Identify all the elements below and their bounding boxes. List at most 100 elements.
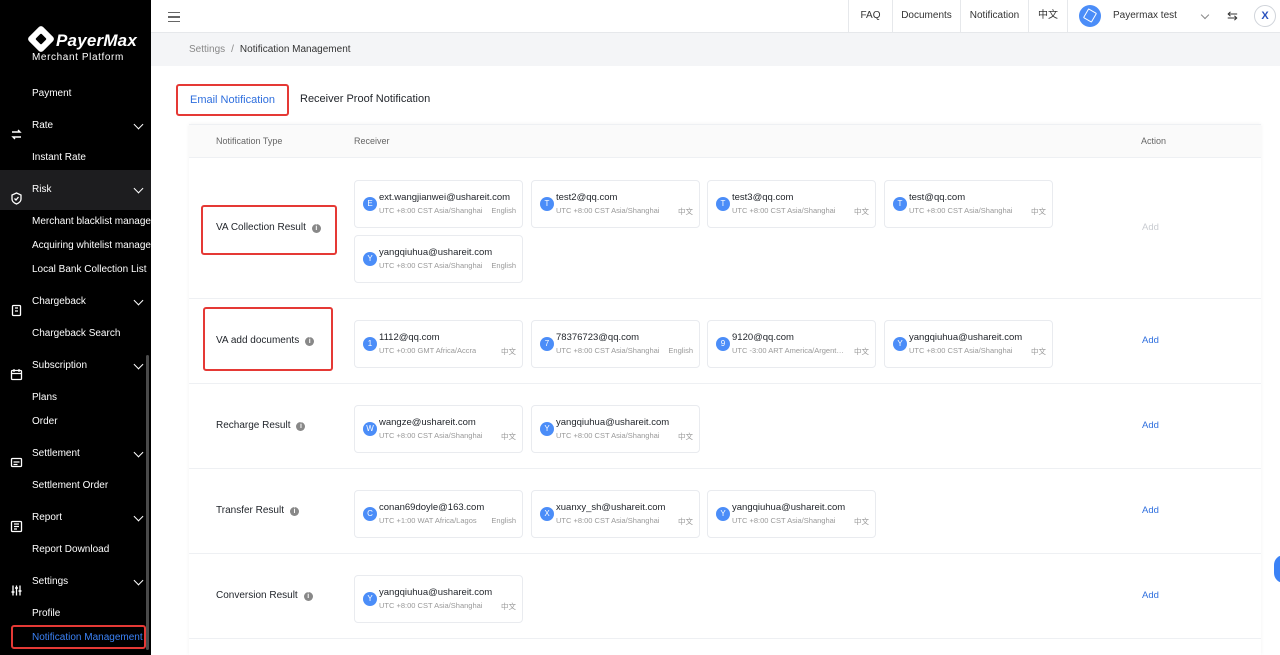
sidebar-item-acquiring-whitelist-management[interactable]: Acquiring whitelist management bbox=[0, 234, 151, 258]
notification-type-label: Conversion Result bbox=[216, 590, 298, 601]
sidebar-item-report-download[interactable]: Report Download bbox=[0, 538, 151, 562]
language-switch[interactable]: 中文 bbox=[1028, 0, 1067, 33]
receiver-timezone: UTC +8:00 CST Asia/Shanghai bbox=[909, 206, 1013, 215]
sidebar-group-settlement[interactable]: Settlement bbox=[0, 434, 151, 474]
receiver-language: 中文 bbox=[501, 602, 516, 611]
brand-subtitle: Merchant Platform bbox=[32, 52, 124, 63]
breadcrumb-settings[interactable]: Settings bbox=[189, 44, 225, 55]
receiver-card[interactable]: Yyangqiuhua@ushareit.com UTC +8:00 CST As… bbox=[354, 235, 523, 283]
receiver-card[interactable]: Cconan69doyle@163.com UTC +1:00 WAT Afric… bbox=[354, 490, 523, 538]
receiver-card[interactable]: 1 1112@qq.com UTC +0:00 GMT Africa/Accra 中文 bbox=[354, 320, 523, 368]
info-icon[interactable]: i bbox=[289, 507, 299, 516]
receiver-language: English bbox=[491, 261, 516, 270]
receiver-email: ext.wangjianwei@ushareit.com bbox=[379, 192, 511, 203]
notification-link[interactable]: Notification bbox=[960, 0, 1028, 33]
shield-check-icon bbox=[10, 183, 23, 205]
type-highlight-box bbox=[203, 307, 333, 371]
user-avatar-icon[interactable] bbox=[1079, 5, 1101, 27]
sidebar-group-label: Report bbox=[32, 512, 63, 523]
sidebar-group-report[interactable]: Report bbox=[0, 498, 151, 538]
sidebar-item-plans[interactable]: Plans bbox=[0, 386, 151, 410]
add-receiver-button[interactable]: Add bbox=[1142, 335, 1159, 346]
sidebar-group-rate[interactable]: Rate bbox=[0, 106, 151, 146]
receiver-language: 中文 bbox=[501, 347, 516, 356]
add-receiver-button[interactable]: Add bbox=[1142, 420, 1159, 431]
sidebar-item-local-bank-collection-list[interactable]: Local Bank Collection List bbox=[0, 258, 151, 282]
header-receiver: Receiver bbox=[354, 136, 390, 146]
receiver-timezone: UTC +8:00 CST Asia/Shanghai bbox=[556, 346, 660, 355]
receiver-avatar: E bbox=[363, 197, 377, 211]
floating-help-button[interactable] bbox=[1274, 555, 1280, 583]
receiver-card[interactable]: Ttest@qq.com UTC +8:00 CST Asia/Shanghai 中… bbox=[884, 180, 1053, 228]
receiver-card[interactable]: Yyangqiuhua@ushareit.com UTC +8:00 CST As… bbox=[354, 575, 523, 623]
receiver-avatar: X bbox=[540, 507, 554, 521]
receiver-card[interactable]: Yyangqiuhua@ushareit.com UTC +8:00 CST As… bbox=[531, 405, 700, 453]
receiver-card[interactable]: 9 9120@qq.com UTC -3:00 ART America/Argent… bbox=[707, 320, 876, 368]
table-row: Transfer Result i Cconan69doyle@163.com UTC… bbox=[189, 469, 1261, 554]
receiver-language: English bbox=[491, 206, 516, 215]
receiver-email: conan69doyle@163.com bbox=[379, 502, 485, 513]
sidebar-item-settlement-order[interactable]: Settlement Order bbox=[0, 474, 151, 498]
selected-menu-highlight bbox=[11, 625, 146, 649]
receiver-card[interactable]: Yyangqiuhua@ushareit.com UTC +8:00 CST As… bbox=[707, 490, 876, 538]
sidebar-item-merchant-blacklist-management[interactable]: Merchant blacklist management bbox=[0, 210, 151, 234]
sidebar-item-profile[interactable]: Profile bbox=[0, 602, 151, 626]
sidebar-item-instant-rate[interactable]: Instant Rate bbox=[0, 146, 151, 170]
receiver-card[interactable]: Xxuanxy_sh@ushareit.com UTC +8:00 CST Asi… bbox=[531, 490, 700, 538]
menu-toggle-icon[interactable] bbox=[168, 12, 180, 22]
receiver-email: yangqiuhua@ushareit.com bbox=[556, 417, 670, 428]
x-account-button[interactable]: X bbox=[1254, 5, 1276, 27]
info-icon[interactable]: i bbox=[303, 592, 313, 601]
receiver-timezone: UTC +0:00 GMT Africa/Accra bbox=[379, 346, 477, 355]
add-receiver-button[interactable]: Add bbox=[1142, 222, 1159, 233]
sidebar-scrollbar[interactable] bbox=[146, 355, 149, 650]
receiver-email: yangqiuhua@ushareit.com bbox=[379, 247, 493, 258]
receiver-avatar: W bbox=[363, 422, 377, 436]
faq-link[interactable]: FAQ bbox=[848, 0, 892, 33]
receiver-card[interactable]: Yyangqiuhua@ushareit.com UTC +8:00 CST As… bbox=[884, 320, 1053, 368]
sidebar-item-payment[interactable]: Payment bbox=[0, 82, 151, 106]
switch-account-icon[interactable]: ⇆ bbox=[1227, 9, 1238, 23]
sidebar-item-order[interactable]: Order bbox=[0, 410, 151, 434]
receiver-card[interactable]: 7 78376723@qq.com UTC +8:00 CST Asia/Shang… bbox=[531, 320, 700, 368]
receiver-email: 78376723@qq.com bbox=[556, 332, 640, 343]
receiver-avatar: Y bbox=[893, 337, 907, 351]
sidebar-group-label: Risk bbox=[32, 184, 52, 195]
chevron-down-icon bbox=[133, 359, 144, 370]
add-receiver-button[interactable]: Add bbox=[1142, 505, 1159, 516]
receiver-card[interactable]: Ttest2@qq.com UTC +8:00 CST Asia/Shanghai… bbox=[531, 180, 700, 228]
tab-email-notification[interactable]: Email Notification bbox=[176, 84, 289, 116]
sidebar-group-label: Settings bbox=[32, 576, 69, 587]
payermax-logo-icon bbox=[26, 24, 56, 54]
receiver-card[interactable]: Eext.wangjianwei@ushareit.com UTC +8:00 C… bbox=[354, 180, 523, 228]
sidebar-group-subscription[interactable]: Subscription bbox=[0, 346, 151, 386]
sidebar-item-chargeback-search[interactable]: Chargeback Search bbox=[0, 322, 151, 346]
sidebar-group-settings[interactable]: Settings bbox=[0, 562, 151, 602]
header-notification-type: Notification Type bbox=[216, 136, 283, 146]
documents-link[interactable]: Documents bbox=[892, 0, 960, 33]
user-name[interactable]: Payermax test bbox=[1113, 0, 1177, 33]
receiver-email: 1112@qq.com bbox=[379, 332, 440, 343]
add-receiver-button[interactable]: Add bbox=[1142, 590, 1159, 601]
type-highlight-box bbox=[201, 205, 337, 255]
receiver-timezone: UTC +8:00 CST Asia/Shanghai bbox=[379, 206, 483, 215]
receiver-language: 中文 bbox=[1031, 347, 1046, 356]
brand-logo[interactable]: PayerMax Merchant Platform bbox=[0, 0, 151, 82]
tab-receiver-proof-notification[interactable]: Receiver Proof Notification bbox=[300, 84, 430, 114]
receiver-language: 中文 bbox=[501, 432, 516, 441]
receiver-language: 中文 bbox=[678, 432, 693, 441]
sidebar-group-risk[interactable]: Risk bbox=[0, 170, 151, 210]
receiver-email: xuanxy_sh@ushareit.com bbox=[556, 502, 666, 513]
receiver-email: yangqiuhua@ushareit.com bbox=[909, 332, 1023, 343]
info-icon[interactable]: i bbox=[296, 422, 306, 431]
settlement-icon bbox=[10, 447, 23, 468]
receiver-card[interactable]: Ttest3@qq.com UTC +8:00 CST Asia/Shanghai… bbox=[707, 180, 876, 228]
receiver-timezone: UTC +8:00 CST Asia/Shanghai bbox=[556, 206, 660, 215]
receiver-avatar: 9 bbox=[716, 337, 730, 351]
receiver-timezone: UTC +8:00 CST Asia/Shanghai bbox=[732, 206, 836, 215]
receiver-language: 中文 bbox=[678, 207, 693, 216]
brand-name: PayerMax bbox=[56, 31, 137, 50]
sidebar-group-chargeback[interactable]: Chargeback bbox=[0, 282, 151, 322]
receiver-card[interactable]: Wwangze@ushareit.com UTC +8:00 CST Asia/S… bbox=[354, 405, 523, 453]
receiver-avatar: T bbox=[893, 197, 907, 211]
